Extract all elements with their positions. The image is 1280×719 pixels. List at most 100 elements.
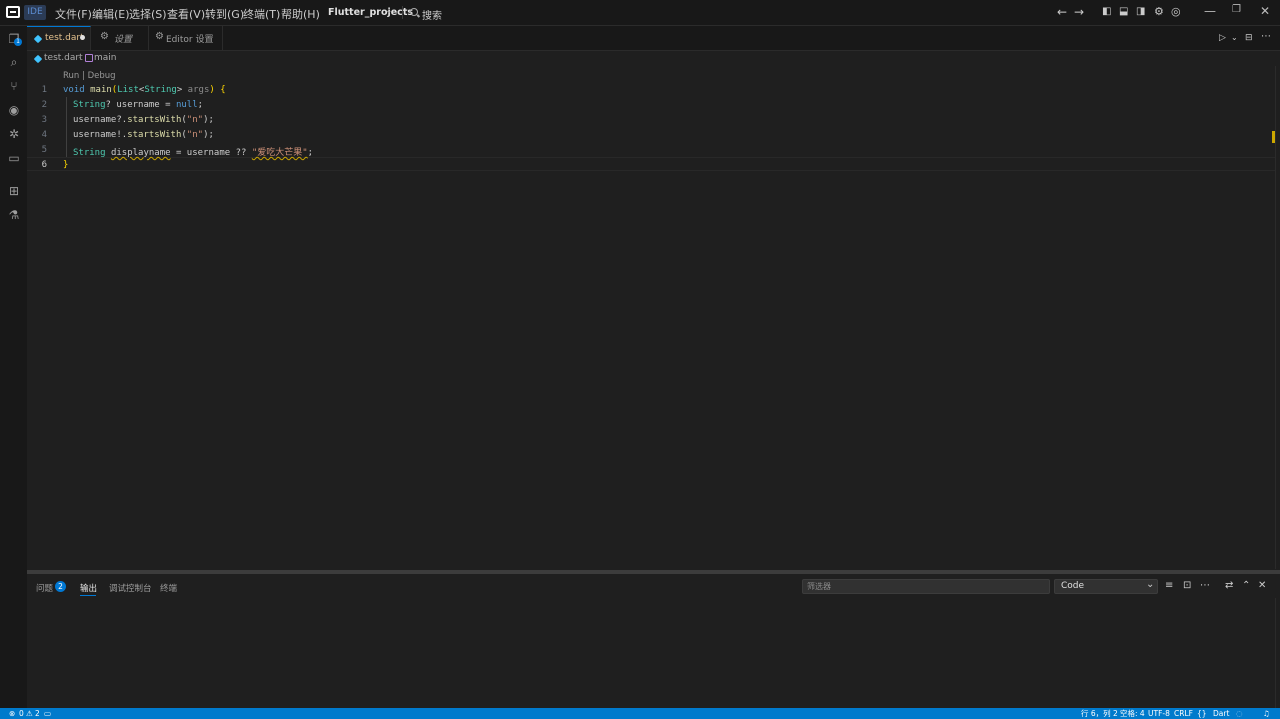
code-token: );: [203, 130, 214, 140]
active-tab-underline: [80, 595, 96, 596]
lock-icon[interactable]: ⊡: [1183, 580, 1191, 591]
code-line[interactable]: username?.startsWith("n");: [73, 115, 214, 125]
editor-scrollbar[interactable]: [1275, 66, 1280, 569]
minimize-icon[interactable]: —: [1204, 4, 1216, 18]
panel-layout-icon[interactable]: ⇄: [1225, 580, 1233, 591]
account-icon[interactable]: ◎: [1171, 6, 1181, 18]
editor-tab-bar: test.dart ⚙ 设置 ⚙ Editor 设置: [27, 26, 1280, 51]
word-wrap-icon[interactable]: ≡: [1165, 580, 1173, 591]
code-token: username!.: [73, 130, 128, 140]
settings-gear-icon[interactable]: ⚙: [1154, 6, 1164, 18]
menu-file[interactable]: 文件(F): [55, 6, 92, 22]
code-editor[interactable]: [27, 66, 1275, 569]
eye-icon[interactable]: ◉: [7, 103, 21, 117]
chevron-down-icon[interactable]: ⌄: [1146, 579, 1154, 590]
code-token: main: [90, 85, 112, 95]
code-line[interactable]: String displayname = username ?? "爱吃大芒果"…: [73, 145, 313, 158]
more-actions-icon[interactable]: ⋯: [1200, 580, 1210, 591]
indent-guide: [66, 97, 67, 157]
more-actions-icon[interactable]: ⋯: [1261, 31, 1271, 43]
toggle-sidebar-icon[interactable]: ◧: [1102, 6, 1111, 18]
code-line[interactable]: String? username = null;: [73, 100, 203, 110]
breadcrumb-symbol[interactable]: main: [94, 53, 117, 63]
chevron-down-icon[interactable]: ⌄: [385, 6, 393, 16]
toggle-secondary-sidebar-icon[interactable]: ◨: [1136, 6, 1145, 18]
error-icon[interactable]: ⊗: [9, 708, 15, 719]
line-number: 5: [41, 145, 47, 155]
panel-tab-debug-console[interactable]: 调试控制台: [109, 582, 152, 594]
encoding[interactable]: UTF-8: [1148, 708, 1170, 719]
command-search[interactable]: 搜索: [422, 7, 442, 22]
extensions-icon[interactable]: ⊞: [7, 184, 21, 198]
cursor-position[interactable]: 行 6，列 2: [1081, 708, 1118, 719]
dart-file-icon: [33, 34, 43, 44]
maximize-panel-icon[interactable]: ⌃: [1242, 580, 1250, 591]
line-number: 2: [41, 100, 47, 110]
warning-icon[interactable]: ⚠: [26, 708, 33, 719]
code-token: String: [73, 100, 106, 110]
tab-label: Editor 设置: [166, 35, 214, 45]
testing-icon[interactable]: ⚗: [7, 208, 21, 222]
code-line[interactable]: void main(List<String> args) {: [63, 85, 226, 95]
code-token: "爱吃大芒果": [251, 148, 308, 158]
project-switcher[interactable]: Flutter_projects: [328, 7, 413, 18]
line-number: 1: [41, 85, 47, 95]
menu-goto[interactable]: 转到(G): [205, 6, 244, 22]
breadcrumb-file[interactable]: test.dart: [44, 53, 83, 63]
toggle-panel-icon[interactable]: ⬓: [1119, 6, 1128, 18]
menu-edit[interactable]: 编辑(E): [92, 6, 130, 22]
split-editor-icon[interactable]: ⊟: [1245, 32, 1253, 44]
braces-icon[interactable]: {}: [1197, 708, 1207, 719]
menu-help[interactable]: 帮助(H): [281, 6, 320, 22]
code-token: List: [117, 85, 139, 95]
unsaved-dot-icon[interactable]: [80, 35, 85, 40]
line-number: 4: [41, 130, 47, 140]
title-divider: [402, 6, 403, 19]
menu-selection[interactable]: 选择(S): [129, 6, 167, 22]
tab-editor-settings[interactable]: ⚙ Editor 设置: [149, 26, 223, 50]
close-icon[interactable]: ✕: [1260, 4, 1270, 18]
code-line[interactable]: }: [63, 160, 68, 170]
code-token: displayname: [110, 148, 171, 158]
debug-icon[interactable]: ✲: [7, 127, 21, 141]
bottom-panel: [27, 574, 1280, 708]
codelens-run-debug[interactable]: Run | Debug: [63, 71, 116, 81]
indentation[interactable]: 空格: 4: [1120, 708, 1145, 719]
panel-tab-terminal[interactable]: 终端: [160, 582, 177, 594]
end-of-line[interactable]: CRLF: [1174, 708, 1193, 719]
source-control-icon[interactable]: ⑂: [7, 79, 21, 93]
code-line[interactable]: username!.startsWith("n");: [73, 130, 214, 140]
chevron-down-icon[interactable]: ⌄: [1231, 32, 1238, 44]
warning-count[interactable]: 2: [35, 708, 40, 719]
panel-tab-output[interactable]: 输出: [80, 582, 97, 594]
search-icon[interactable]: [410, 8, 418, 16]
broadcast-icon[interactable]: ◌: [1236, 708, 1243, 719]
error-count[interactable]: 0: [19, 708, 24, 719]
search-icon[interactable]: ⌕: [7, 55, 21, 69]
code-token: username?.: [73, 115, 128, 125]
bell-icon[interactable]: ♫: [1263, 708, 1270, 719]
output-filter-input[interactable]: 筛选器: [802, 579, 1050, 594]
code-token: String: [73, 148, 106, 158]
menu-terminal[interactable]: 终端(T): [243, 6, 280, 22]
tab-settings[interactable]: ⚙ 设置: [91, 26, 149, 50]
arrow-right-icon[interactable]: →: [1074, 6, 1084, 18]
remote-icon[interactable]: ▭: [44, 708, 51, 719]
gear-icon: ⚙: [100, 31, 109, 42]
code-token: ? username =: [105, 100, 176, 110]
remote-icon[interactable]: ▭: [7, 151, 21, 165]
line-number: 3: [41, 115, 47, 125]
menu-view[interactable]: 查看(V): [167, 6, 205, 22]
code-token: );: [203, 115, 214, 125]
close-panel-icon[interactable]: ✕: [1258, 580, 1266, 591]
panel-scrollbar[interactable]: [1275, 598, 1280, 708]
panel-tab-problems[interactable]: 问题: [36, 582, 53, 594]
method-icon: [85, 54, 93, 62]
output-channel-select[interactable]: Code: [1054, 579, 1158, 594]
run-icon[interactable]: ▷: [1219, 32, 1226, 44]
restore-icon[interactable]: ❐: [1232, 4, 1241, 15]
arrow-left-icon[interactable]: ←: [1057, 6, 1067, 18]
language-mode[interactable]: Dart: [1213, 708, 1229, 719]
app-logo-icon: [6, 6, 20, 18]
code-token: = username ??: [170, 148, 252, 158]
